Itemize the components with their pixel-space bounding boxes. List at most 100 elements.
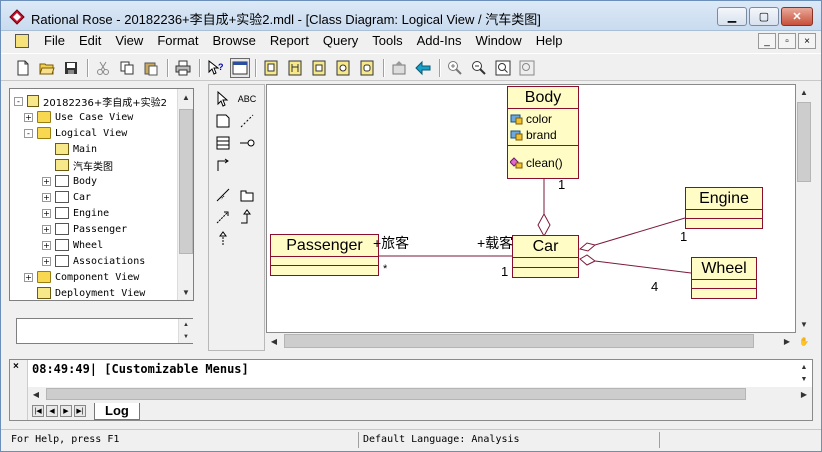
anchor-note-icon[interactable] bbox=[237, 111, 257, 131]
tree-item[interactable]: + Component View bbox=[24, 269, 139, 285]
menu-edit[interactable]: Edit bbox=[72, 31, 108, 51]
tab-last-icon[interactable]: ▶| bbox=[74, 405, 86, 417]
canvas-vertical-scrollbar[interactable]: ▲ ▼ ✋ bbox=[796, 84, 813, 350]
browser-vertical-scrollbar[interactable]: ▲ ▼ bbox=[177, 89, 193, 300]
documentation-window[interactable]: ▲ ▼ bbox=[16, 318, 193, 344]
class-icon[interactable] bbox=[213, 133, 233, 153]
passenger-role-label[interactable]: +旅客 bbox=[373, 233, 409, 253]
engine-car-association[interactable] bbox=[594, 217, 686, 246]
browse-parent-icon[interactable] bbox=[389, 58, 409, 78]
scroll-thumb[interactable] bbox=[284, 334, 754, 348]
tab-log[interactable]: Log bbox=[94, 402, 140, 420]
menu-tools[interactable]: Tools bbox=[365, 31, 409, 51]
passenger-multiplicity[interactable]: * bbox=[383, 263, 387, 275]
menu-query[interactable]: Query bbox=[316, 31, 365, 51]
expand-toggle[interactable]: + bbox=[42, 192, 51, 202]
menu-view[interactable]: View bbox=[108, 31, 150, 51]
close-button[interactable]: ✕ bbox=[781, 7, 813, 26]
tree-item[interactable]: Main bbox=[42, 141, 97, 157]
zoom-in-icon[interactable] bbox=[445, 58, 465, 78]
new-icon[interactable] bbox=[13, 58, 33, 78]
class-passenger[interactable]: Passenger bbox=[270, 234, 379, 276]
tree-item[interactable]: - Logical View bbox=[24, 125, 127, 141]
scroll-up-arrow-icon[interactable]: ▲ bbox=[178, 89, 193, 105]
package-icon[interactable] bbox=[237, 185, 257, 205]
car-multiplicity[interactable]: 1 bbox=[501, 264, 508, 279]
menu-help[interactable]: Help bbox=[529, 31, 570, 51]
expand-toggle[interactable]: + bbox=[24, 112, 33, 122]
tree-item[interactable]: 汽车类图 bbox=[42, 157, 113, 173]
menu-report[interactable]: Report bbox=[263, 31, 316, 51]
engine-multiplicity[interactable]: 1 bbox=[680, 229, 687, 244]
tab-previous-icon[interactable]: ◀ bbox=[46, 405, 58, 417]
paste-icon[interactable] bbox=[141, 58, 161, 78]
scroll-right-arrow-icon[interactable]: ▶ bbox=[779, 333, 795, 349]
log-horizontal-scrollbar[interactable]: ◀ ▶ bbox=[28, 387, 812, 402]
menu-file[interactable]: File bbox=[37, 31, 72, 51]
tree-item[interactable]: + Associations bbox=[42, 253, 145, 269]
menu-add-ins[interactable]: Add-Ins bbox=[410, 31, 469, 51]
save-icon[interactable] bbox=[61, 58, 81, 78]
scroll-thumb[interactable] bbox=[179, 109, 193, 254]
scroll-down-arrow-icon[interactable]: ▼ bbox=[179, 331, 193, 343]
operation-row[interactable]: clean() bbox=[508, 155, 578, 171]
generalization-icon[interactable] bbox=[237, 207, 257, 227]
class-diagram-window-icon[interactable] bbox=[15, 34, 29, 48]
scroll-down-arrow-icon[interactable]: ▼ bbox=[796, 316, 812, 332]
attribute-row[interactable]: brand bbox=[508, 127, 578, 143]
expand-toggle[interactable]: + bbox=[42, 224, 51, 234]
unidirectional-association-icon[interactable] bbox=[213, 155, 233, 175]
tab-first-icon[interactable]: |◀ bbox=[32, 405, 44, 417]
scroll-up-arrow-icon[interactable]: ▲ bbox=[179, 319, 193, 331]
menu-browse[interactable]: Browse bbox=[205, 31, 262, 51]
note-icon[interactable] bbox=[213, 111, 233, 131]
browse-deployment-diagram-icon[interactable] bbox=[333, 58, 353, 78]
browse-state-diagram-icon[interactable] bbox=[357, 58, 377, 78]
pan-hand-icon[interactable]: ✋ bbox=[796, 333, 812, 349]
tree-item[interactable]: + Use Case View bbox=[24, 109, 133, 125]
expand-toggle[interactable]: + bbox=[24, 272, 33, 282]
doc-scrollbar[interactable]: ▲ ▼ bbox=[178, 319, 193, 343]
scroll-thumb[interactable] bbox=[797, 102, 811, 182]
class-diagram-canvas[interactable]: Body color brand clean() Car Engine Pass… bbox=[266, 84, 796, 333]
realize-icon[interactable] bbox=[213, 229, 233, 249]
expand-toggle[interactable]: + bbox=[42, 208, 51, 218]
log-close-icon[interactable]: × bbox=[13, 361, 19, 372]
cut-icon[interactable] bbox=[93, 58, 113, 78]
scroll-left-arrow-icon[interactable]: ◀ bbox=[266, 333, 282, 349]
body-car-multiplicity[interactable]: 1 bbox=[558, 177, 565, 192]
tree-root[interactable]: - 20182236+李自成+实验2 bbox=[14, 93, 167, 109]
class-engine[interactable]: Engine bbox=[685, 187, 763, 229]
copy-icon[interactable] bbox=[117, 58, 137, 78]
class-wheel[interactable]: Wheel bbox=[691, 257, 757, 299]
fit-in-window-icon[interactable] bbox=[493, 58, 513, 78]
association-class-icon[interactable] bbox=[213, 185, 233, 205]
expand-toggle[interactable]: + bbox=[42, 176, 51, 186]
text-tool-icon[interactable]: ABC bbox=[237, 89, 257, 109]
zoom-out-icon[interactable] bbox=[469, 58, 489, 78]
mdi-close-button[interactable]: × bbox=[798, 33, 816, 49]
undo-fit-icon[interactable] bbox=[517, 58, 537, 78]
wheel-multiplicity[interactable]: 4 bbox=[651, 279, 658, 294]
expand-toggle[interactable]: - bbox=[24, 128, 33, 138]
context-help-icon[interactable]: ? bbox=[206, 58, 226, 78]
open-icon[interactable] bbox=[37, 58, 57, 78]
tab-next-icon[interactable]: ▶ bbox=[60, 405, 72, 417]
tree-item[interactable]: + Car bbox=[42, 189, 91, 205]
class-body[interactable]: Body color brand clean() bbox=[507, 86, 579, 179]
tree-item[interactable]: Deployment View bbox=[24, 285, 145, 300]
mdi-minimize-button[interactable]: _ bbox=[758, 33, 776, 49]
log-vertical-scrollbar[interactable]: ▲ ▼ bbox=[798, 362, 810, 386]
class-car[interactable]: Car bbox=[512, 235, 579, 278]
model-browser-tree[interactable]: - 20182236+李自成+实验2 + Use Case View - Logica… bbox=[9, 88, 194, 301]
interface-icon[interactable] bbox=[237, 133, 257, 153]
minimize-button[interactable]: ▁ bbox=[717, 7, 747, 26]
scroll-right-arrow-icon[interactable]: ▶ bbox=[796, 387, 812, 402]
collapse-toggle[interactable]: - bbox=[14, 96, 23, 106]
attribute-row[interactable]: color bbox=[508, 111, 578, 127]
maximize-button[interactable]: ▢ bbox=[749, 7, 779, 26]
view-documentation-icon[interactable] bbox=[230, 58, 250, 78]
selection-arrow-icon[interactable] bbox=[213, 89, 233, 109]
scroll-thumb[interactable] bbox=[46, 388, 746, 400]
browse-class-diagram-icon[interactable] bbox=[261, 58, 281, 78]
